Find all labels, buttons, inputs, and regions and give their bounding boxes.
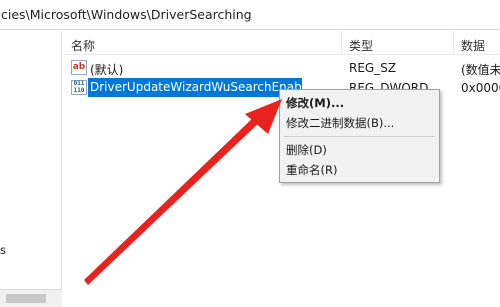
column-header-data[interactable]: 数据 [461, 37, 485, 54]
tree-horizontal-scrollbar[interactable] [0, 289, 62, 307]
value-data: (数值未 [461, 63, 500, 77]
menu-item-modify[interactable]: 修改(M)... [280, 93, 439, 113]
binary-value-icon: 011 110 [71, 80, 87, 95]
menu-item-delete[interactable]: 删除(D) [280, 140, 439, 160]
value-data: 0x0000 [461, 81, 500, 95]
menu-item-modify-binary[interactable]: 修改二进制数据(B)... [280, 113, 439, 133]
string-value-icon: ab [71, 60, 87, 75]
column-divider[interactable] [453, 31, 454, 55]
column-divider[interactable] [341, 31, 342, 55]
value-name: (默认) [90, 63, 124, 77]
value-name: DriverUpdateWizardWuSearchEnabled [88, 78, 320, 97]
menu-separator [284, 136, 435, 137]
context-menu: 修改(M)... 修改二进制数据(B)... 删除(D) 重命名(R) [279, 89, 440, 183]
scrollbar-thumb[interactable] [6, 294, 46, 303]
address-bar[interactable]: cies\Microsoft\Windows\DriverSearching [0, 0, 500, 30]
registry-tree-pane[interactable]: s usIndica [0, 31, 62, 307]
value-type: REG_SZ [349, 61, 397, 75]
tree-item[interactable]: s [0, 243, 6, 257]
column-header-name[interactable]: 名称 [71, 37, 95, 54]
menu-item-rename[interactable]: 重命名(R) [280, 160, 439, 180]
column-header-row: 名称 类型 数据 [63, 31, 500, 55]
column-header-type[interactable]: 类型 [349, 37, 373, 54]
address-path: cies\Microsoft\Windows\DriverSearching [1, 7, 252, 22]
registry-value-row[interactable]: ab (默认) REG_SZ (数值未 [63, 58, 500, 78]
